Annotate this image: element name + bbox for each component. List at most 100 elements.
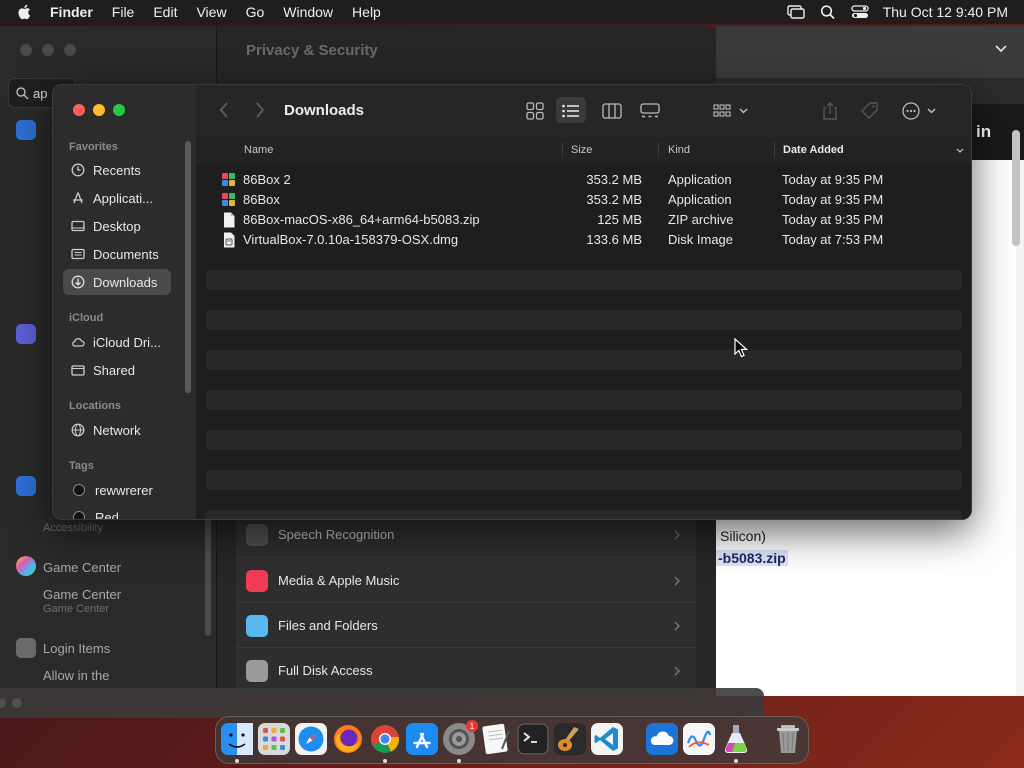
trash-icon[interactable] bbox=[772, 723, 804, 755]
tag-icon[interactable] bbox=[860, 101, 880, 121]
search-input[interactable]: ap bbox=[33, 86, 47, 101]
back-arrow-icon[interactable] bbox=[218, 101, 230, 119]
login-items-sub[interactable]: Allow in the bbox=[43, 668, 109, 683]
finder-toolbar: Downloads bbox=[196, 85, 971, 138]
terminal-icon[interactable] bbox=[517, 723, 549, 755]
column-separator[interactable] bbox=[658, 142, 659, 158]
menu-edit[interactable]: Edit bbox=[153, 4, 177, 20]
close-button[interactable] bbox=[73, 104, 85, 116]
sidebar-item-desktop[interactable]: Desktop bbox=[63, 213, 171, 239]
app-store-icon[interactable] bbox=[406, 723, 438, 755]
file-size: 125 MB bbox=[597, 212, 642, 227]
sidebar-item-network[interactable]: Network bbox=[63, 417, 171, 443]
close-button[interactable] bbox=[20, 44, 32, 56]
minimize-button[interactable] bbox=[42, 44, 54, 56]
list-view-icon[interactable] bbox=[562, 104, 580, 118]
file-row[interactable]: 86Box-macOS-x86_64+arm64-b5083.zip 125 M… bbox=[206, 210, 964, 230]
control-center-icon[interactable] bbox=[851, 4, 869, 20]
sidebar-item-label: Recents bbox=[93, 162, 141, 178]
downloads-icon bbox=[71, 275, 85, 289]
music-icon bbox=[246, 569, 268, 592]
column-separator[interactable] bbox=[562, 142, 563, 158]
file-name: 86Box-macOS-x86_64+arm64-b5083.zip bbox=[243, 212, 480, 227]
sidebar-tag-rewwrerer[interactable]: rewwrerer bbox=[63, 477, 171, 503]
clock-icon bbox=[71, 163, 85, 177]
vscode-icon[interactable] bbox=[591, 723, 623, 755]
game-center-icon[interactable] bbox=[16, 556, 36, 576]
login-items-icon[interactable] bbox=[16, 638, 36, 658]
menu-file[interactable]: File bbox=[112, 4, 135, 20]
minimize-button[interactable] bbox=[93, 104, 105, 116]
potion-app-icon[interactable] bbox=[720, 723, 752, 755]
empty-row bbox=[206, 270, 962, 290]
forward-arrow-icon[interactable] bbox=[254, 101, 266, 119]
menu-finder[interactable]: Finder bbox=[50, 4, 93, 20]
section-favorites: Favorites bbox=[69, 141, 118, 153]
screen-mirroring-icon[interactable] bbox=[787, 4, 805, 20]
row-media-apple-music[interactable]: Media & Apple Music bbox=[236, 557, 696, 603]
spotlight-search-icon[interactable] bbox=[819, 4, 837, 20]
chevron-right-icon bbox=[674, 666, 680, 675]
group-by-icon[interactable] bbox=[713, 103, 749, 119]
icon-view-icon[interactable] bbox=[526, 102, 544, 120]
sort-chevron-down-icon[interactable] bbox=[955, 146, 965, 156]
settings-sidebar-scrollbar[interactable] bbox=[205, 506, 211, 636]
menu-view[interactable]: View bbox=[196, 4, 226, 20]
empty-row bbox=[206, 510, 962, 519]
sidebar-item-login-items[interactable]: Login Items bbox=[43, 641, 110, 656]
column-header-kind[interactable]: Kind bbox=[668, 144, 690, 156]
sidebar-item-recents[interactable]: Recents bbox=[63, 157, 171, 183]
sidebar-item-downloads[interactable]: Downloads bbox=[63, 269, 171, 295]
file-row[interactable]: 86Box 2 353.2 MB Application Today at 9:… bbox=[206, 170, 964, 190]
running-indicator bbox=[457, 759, 461, 763]
section-icloud: iCloud bbox=[69, 312, 104, 324]
menu-window[interactable]: Window bbox=[283, 4, 333, 20]
column-separator[interactable] bbox=[774, 142, 775, 158]
finder-icon[interactable] bbox=[221, 723, 253, 755]
sidebar-tag-red[interactable]: Red bbox=[63, 504, 171, 519]
column-view-icon[interactable] bbox=[602, 103, 622, 119]
apple-icon[interactable] bbox=[16, 3, 34, 21]
textedit-icon[interactable] bbox=[480, 723, 512, 755]
empty-row bbox=[206, 350, 962, 370]
firefox-icon[interactable] bbox=[332, 723, 364, 755]
column-header-name[interactable]: Name bbox=[244, 144, 273, 156]
chrome-icon[interactable] bbox=[369, 723, 401, 755]
sidebar-item-documents[interactable]: Documents bbox=[63, 241, 171, 267]
gallery-view-icon[interactable] bbox=[640, 103, 660, 119]
menu-go[interactable]: Go bbox=[246, 4, 265, 20]
launchpad-icon[interactable] bbox=[258, 723, 290, 755]
sidebar-item-game-center[interactable]: Game Center bbox=[43, 560, 121, 575]
column-header-size[interactable]: Size bbox=[571, 144, 592, 156]
sidebar-item-icloud-drive[interactable]: iCloud Dri... bbox=[63, 329, 171, 355]
safari-icon[interactable] bbox=[295, 723, 327, 755]
row-files-and-folders[interactable]: Files and Folders bbox=[236, 602, 696, 648]
empty-row bbox=[206, 470, 962, 490]
finder-sidebar-scrollbar[interactable] bbox=[185, 141, 191, 393]
file-row[interactable]: VirtualBox-7.0.10a-158379-OSX.dmg 133.6 … bbox=[206, 230, 964, 250]
running-indicator bbox=[383, 759, 387, 763]
file-row[interactable]: 86Box 353.2 MB Application Today at 9:35… bbox=[206, 190, 964, 210]
more-actions-icon[interactable] bbox=[902, 101, 938, 121]
download-link[interactable]: -b5083.zip bbox=[716, 550, 788, 566]
sidebar-item-applications[interactable]: Applicati... bbox=[63, 185, 171, 211]
settings-title: Privacy & Security bbox=[246, 42, 378, 59]
menu-help[interactable]: Help bbox=[352, 4, 381, 20]
row-full-disk-access[interactable]: Full Disk Access bbox=[236, 647, 696, 693]
chevron-down-icon[interactable] bbox=[994, 42, 1008, 56]
sidebar-item-shared[interactable]: Shared bbox=[63, 357, 171, 383]
column-header-date-added[interactable]: Date Added bbox=[783, 144, 844, 156]
zoom-button[interactable] bbox=[64, 44, 76, 56]
file-kind: ZIP archive bbox=[668, 212, 734, 227]
browser-scrollbar[interactable] bbox=[1012, 130, 1020, 246]
freeform-icon[interactable] bbox=[683, 723, 715, 755]
system-settings-icon[interactable]: 1 bbox=[443, 720, 478, 755]
accessibility-sub: Accessibility bbox=[43, 522, 103, 534]
zoom-button[interactable] bbox=[113, 104, 125, 116]
tag-dot-icon bbox=[73, 511, 85, 519]
clock[interactable]: Thu Oct 12 9:40 PM bbox=[883, 4, 1008, 20]
cloud-app-icon[interactable] bbox=[646, 723, 678, 755]
game-center-result[interactable]: Game Center bbox=[43, 587, 121, 602]
garageband-icon[interactable] bbox=[554, 723, 586, 755]
share-icon[interactable] bbox=[822, 101, 838, 121]
